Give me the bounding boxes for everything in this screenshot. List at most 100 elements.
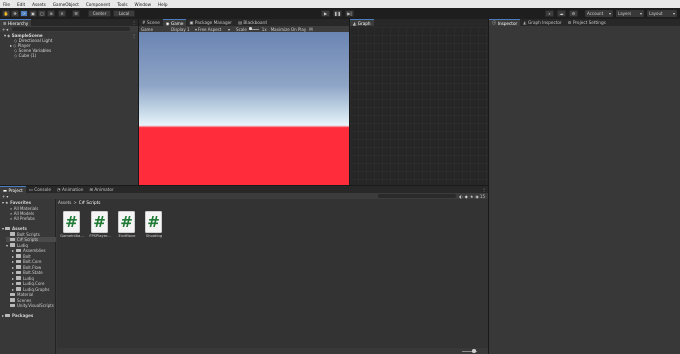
step-button[interactable]: ▶|	[345, 10, 354, 17]
menu-file[interactable]: File	[3, 2, 10, 7]
hand-tool-button[interactable]: ✋	[2, 10, 10, 17]
eye-icon[interactable]: ◉	[475, 194, 479, 199]
tab-animation[interactable]: ◔ Animation	[53, 186, 87, 193]
graph-icon: ◭	[353, 20, 357, 26]
layout-dropdown[interactable]: Layout ▾	[647, 10, 677, 17]
project-add-button[interactable]: +	[2, 194, 5, 199]
breadcrumb-assets[interactable]: Assets	[58, 200, 71, 205]
script-asset-icon[interactable]: #	[145, 211, 162, 233]
tab-project-settings[interactable]: ⚙ Project Settings	[564, 19, 609, 26]
custom-tool-button[interactable]: ✕	[58, 10, 66, 17]
game-view[interactable]	[139, 32, 349, 185]
scale-slider-thumb[interactable]	[248, 27, 252, 30]
menu-help[interactable]: Help	[158, 2, 168, 7]
star-icon[interactable]: ★	[470, 194, 474, 199]
tab-blackboard[interactable]: ▤ Blackboard	[234, 19, 270, 26]
chevron-right-icon: ▸	[12, 286, 15, 292]
icon-size-slider-thumb[interactable]	[472, 349, 476, 353]
account-label: Account	[587, 11, 604, 16]
tab-graph-label: Graph	[357, 20, 371, 26]
asset-folder-item[interactable]: ▸ Ludiq.Graphs	[12, 287, 50, 292]
asset-folder-item[interactable]: C# Scripts	[6, 237, 56, 243]
menu-gameobject[interactable]: GameObject	[53, 2, 79, 7]
aspect-dropdown[interactable]: Free Aspect	[198, 27, 228, 32]
project-panel: ▬ Project ▭ Console ◔ Animation ⊞ Animator ⋮…	[0, 186, 488, 354]
menu-window[interactable]: Window	[135, 2, 152, 7]
breadcrumb-current[interactable]: C# Scripts	[79, 200, 101, 205]
panel-menu-button[interactable]: ⋮	[129, 19, 138, 26]
services-button[interactable]: ⚙	[569, 10, 578, 17]
menu-edit[interactable]: Edit	[17, 2, 25, 7]
asset-folder-item[interactable]: ▸ Assemblies	[12, 248, 46, 253]
label-icon[interactable]: ◆	[465, 194, 468, 199]
mute-audio-toggle[interactable]: M	[309, 27, 312, 32]
asset-folder-item[interactable]: ▸ Ludiq	[12, 276, 34, 281]
hierarchy-item[interactable]: ◇ Cube (1)	[0, 53, 138, 58]
menu-tools[interactable]: Tools	[117, 2, 127, 7]
asset-folder-item[interactable]: ▾ Ludiq	[6, 243, 28, 248]
hierarchy-add-button[interactable]: +	[2, 27, 5, 32]
asset-folder-label: Bolt.Flow	[23, 264, 42, 270]
project-search-input[interactable]	[378, 193, 457, 199]
account-dropdown[interactable]: Account ▾	[585, 10, 613, 17]
menu-assets[interactable]: Assets	[32, 2, 46, 7]
pivot-local-button[interactable]: Local	[113, 10, 135, 17]
layers-dropdown[interactable]: Layers ▾	[616, 10, 644, 17]
filter-type-icon[interactable]: ◐	[459, 194, 463, 199]
asset-folder-item[interactable]: Material	[6, 292, 33, 297]
rotate-tool-button[interactable]: ⟳	[20, 10, 28, 17]
script-asset-icon[interactable]: #	[118, 211, 135, 233]
pause-button[interactable]: ❚❚	[333, 10, 342, 17]
folder-icon	[5, 313, 11, 318]
cloud-button[interactable]: ☁	[557, 10, 566, 17]
maximize-on-play-toggle[interactable]: Maximize On Play	[271, 27, 307, 32]
pivot-center-button[interactable]: Center	[88, 10, 111, 17]
tab-graph-inspector[interactable]: ◭ Graph Inspector	[520, 19, 565, 26]
tab-graph[interactable]: ◭ Graph	[350, 19, 374, 26]
scale-tool-button[interactable]: ▣	[29, 10, 37, 17]
rect-tool-button[interactable]: ▢	[38, 10, 46, 17]
panel-menu-button[interactable]: ⋮	[479, 186, 488, 193]
custom-editor-tool-button[interactable]: ⚒	[72, 10, 80, 17]
tab-animator[interactable]: ⊞ Animator	[86, 186, 117, 193]
tab-scene-label: Scene	[147, 20, 160, 25]
asset-folder-item[interactable]: ▸ Bolt.State	[12, 270, 43, 275]
folder-icon	[16, 276, 21, 280]
tab-inspector[interactable]: ⓘ Inspector	[489, 19, 521, 26]
menu-component[interactable]: Component	[86, 2, 110, 7]
hierarchy-search-input[interactable]	[12, 26, 131, 32]
tab-project[interactable]: ▬ Project	[0, 186, 26, 193]
tab-console[interactable]: ▭ Console	[25, 186, 54, 193]
asset-folder-item[interactable]: ▸ Ludiq.Core	[12, 281, 44, 286]
asset-folder-item[interactable]: ▸ Bolt.Flow	[12, 265, 41, 270]
tab-package-manager[interactable]: ▣ Package Manager	[186, 19, 235, 26]
display-mode-dropdown[interactable]: Game	[141, 27, 171, 32]
play-button[interactable]: ▶	[321, 10, 330, 17]
asset-folder-item[interactable]: ▸ Bolt	[12, 254, 31, 259]
asset-folder-item[interactable]: Bolt Scripts	[6, 232, 40, 237]
gear-icon: ⚙	[567, 20, 572, 25]
favorite-item[interactable]: ⌕ All Prefabs	[10, 216, 35, 221]
inspector-panel: ⓘ Inspector ◭ Graph Inspector ⚙ Project Set…	[489, 19, 680, 354]
scale-slider[interactable]	[248, 27, 259, 30]
tab-hierarchy[interactable]: ≡ Hierarchy	[0, 19, 32, 26]
tab-scene[interactable]: # Scene	[139, 19, 163, 26]
folder-icon: ▬	[3, 187, 7, 193]
gear-icon: ⚙	[571, 11, 576, 16]
packages-header[interactable]: ▸ Packages	[2, 313, 33, 318]
asset-folder-item[interactable]: Unity.VisualScripts	[6, 303, 54, 308]
move-tool-button[interactable]: ✥	[11, 10, 19, 17]
assets-header[interactable]: ▾ Assets	[2, 226, 27, 231]
script-asset-icon[interactable]: #	[91, 211, 108, 233]
chevron-down-icon: ▾	[6, 193, 9, 199]
folder-icon	[16, 281, 21, 286]
transform-tool-button[interactable]: ⊕	[47, 10, 55, 17]
tab-game[interactable]: ◉ Game	[162, 19, 187, 26]
asset-folder-label: Scenes	[17, 297, 32, 303]
display-dropdown[interactable]: Display 1	[171, 27, 195, 32]
favorites-header[interactable]: ▾ ★ Favorites	[2, 200, 31, 205]
script-asset-icon[interactable]: #	[63, 211, 80, 233]
asset-folder-item[interactable]: ▸ Bolt.Core	[12, 259, 41, 264]
collab-button[interactable]: ⌕	[545, 10, 554, 17]
asset-folder-item[interactable]: Scenes	[6, 298, 31, 303]
